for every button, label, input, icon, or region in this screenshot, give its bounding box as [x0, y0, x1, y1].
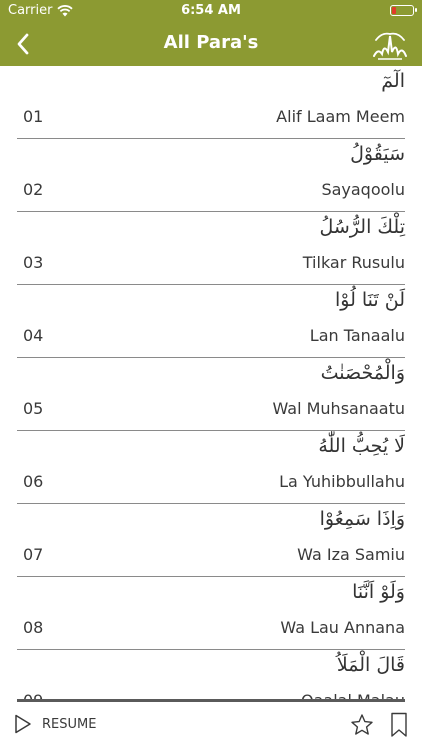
para-arabic: لَنْ تَنَا لُوْا — [334, 289, 405, 311]
para-arabic: لَا يُحِبُّ اللّٰهُ — [318, 435, 405, 457]
para-list[interactable]: الٓمٓ 01 Alif Laam Meem سَيَقُوْلُ 02 Sa… — [0, 66, 422, 700]
status-time: 6:54 AM — [181, 3, 241, 18]
list-item[interactable]: لَا يُحِبُّ اللّٰهُ 06 La Yuhibbullahu — [17, 431, 405, 504]
para-arabic: تِلْكَ الرُّسُلُ — [319, 216, 406, 238]
nav-bar: All Para's — [0, 22, 422, 66]
list-item[interactable]: الٓمٓ 01 Alif Laam Meem — [17, 66, 405, 139]
battery-icon — [390, 5, 417, 16]
para-arabic: وَالْمُحْصَنٰتُ — [320, 362, 405, 384]
quran-logo-icon — [373, 32, 407, 60]
resume-button[interactable]: RESUME — [14, 714, 96, 734]
page-title: All Para's — [163, 32, 259, 53]
para-number: 06 — [23, 472, 44, 491]
para-name: Tilkar Rusulu — [302, 253, 405, 272]
para-arabic: وَاِذَا سَمِعُوْا — [319, 508, 405, 530]
para-number: 08 — [23, 618, 44, 637]
list-item[interactable]: تِلْكَ الرُّسُلُ 03 Tilkar Rusulu — [17, 212, 405, 285]
para-name: Sayaqoolu — [321, 180, 405, 199]
para-number: 03 — [23, 253, 44, 272]
battery-level — [392, 7, 396, 14]
star-icon — [351, 714, 373, 735]
para-number: 01 — [23, 107, 44, 126]
para-arabic: قَالَ الْمَلَاُ — [336, 654, 405, 676]
list-item[interactable]: لَنْ تَنَا لُوْا 04 Lan Tanaalu — [17, 285, 405, 358]
para-number: 07 — [23, 545, 44, 564]
para-arabic: الٓمٓ — [381, 70, 405, 92]
para-name: Wa Lau Annana — [280, 618, 405, 637]
list-item[interactable]: وَاِذَا سَمِعُوْا 07 Wa Iza Samiu — [17, 504, 405, 577]
para-arabic: سَيَقُوْلُ — [350, 143, 405, 165]
para-name: Lan Tanaalu — [309, 326, 405, 345]
para-arabic: وَلَوْ اَنَّنَا — [352, 581, 405, 603]
para-number: 02 — [23, 180, 44, 199]
favorite-button[interactable] — [350, 713, 374, 741]
list-item[interactable]: سَيَقُوْلُ 02 Sayaqoolu — [17, 139, 405, 212]
list-item[interactable]: وَالْمُحْصَنٰتُ 05 Wal Muhsanaatu — [17, 358, 405, 431]
bookmark-button[interactable] — [390, 712, 408, 742]
resume-label: RESUME — [42, 716, 97, 732]
list-item[interactable]: وَلَوْ اَنَّنَا 08 Wa Lau Annana — [17, 577, 405, 650]
para-number: 05 — [23, 399, 44, 418]
para-name: Wal Muhsanaatu — [272, 399, 405, 418]
para-number: 04 — [23, 326, 44, 345]
para-name: Wa Iza Samiu — [297, 545, 405, 564]
bookmark-icon — [391, 712, 407, 737]
para-name: La Yuhibbullahu — [279, 472, 405, 491]
list-item[interactable]: قَالَ الْمَلَاُ 09 Qaalal Malau — [17, 650, 405, 700]
para-name: Alif Laam Meem — [276, 107, 405, 126]
play-icon — [15, 714, 31, 734]
bottom-toolbar: RESUME — [0, 702, 422, 750]
status-bar: Carrier 6:54 AM — [0, 0, 422, 22]
